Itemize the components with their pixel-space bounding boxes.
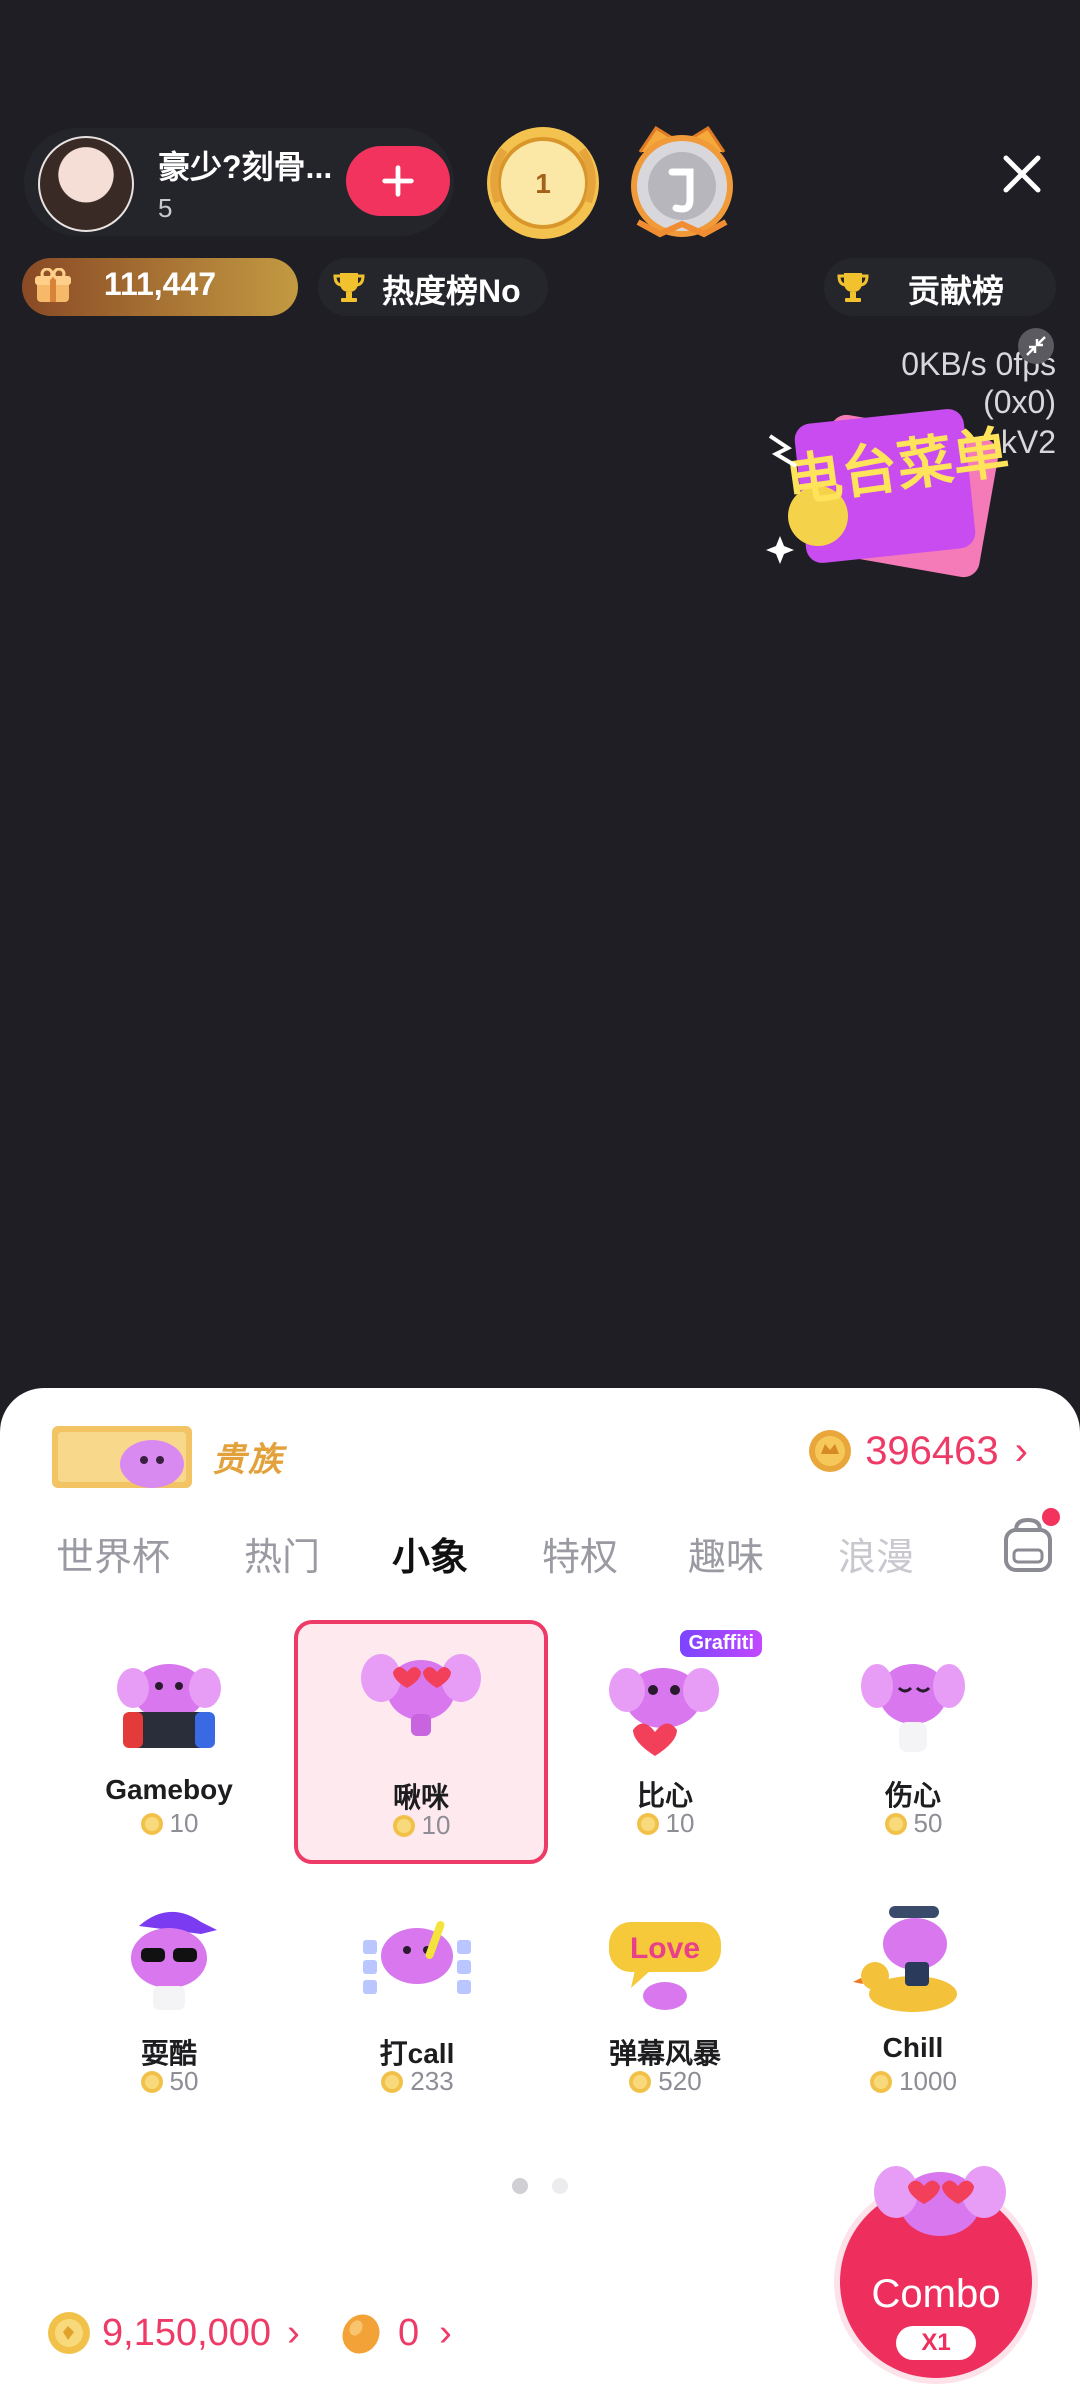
- gift-price: 10: [542, 1808, 788, 1839]
- gift-item-chill[interactable]: Chill 1000: [790, 1880, 1036, 2116]
- coin-icon: [629, 2070, 652, 2093]
- coin-icon: [140, 2070, 163, 2093]
- gift-name: Gameboy: [105, 1774, 233, 1805]
- beans-balance-value: 0: [398, 2311, 420, 2354]
- chevron-right-icon: ›: [1014, 1428, 1028, 1473]
- gift-price-value: 233: [410, 2066, 454, 2096]
- elephant-heart-eyes-icon: [361, 1654, 481, 1736]
- rank-badge-gold[interactable]: 1: [484, 124, 602, 242]
- contribution-rank-label: 贡献榜: [908, 273, 1005, 309]
- coin-icon: [392, 1814, 415, 1837]
- gift-price: 10: [298, 1810, 544, 1841]
- gift-price-value: 1000: [899, 2066, 957, 2096]
- coin-balance-value: 396463: [865, 1428, 999, 1473]
- bean-icon: [342, 2314, 380, 2354]
- graffiti-tag: Graffiti: [680, 1630, 762, 1657]
- chevron-right-icon: ›: [287, 2311, 300, 2354]
- elephant-gameboy-icon: [117, 1664, 221, 1748]
- gift-price: 50: [46, 2066, 292, 2097]
- gift-price-value: 10: [421, 1810, 451, 1840]
- minimize-button[interactable]: [1018, 328, 1054, 364]
- gift-price-value: 50: [913, 1808, 943, 1838]
- gift-price-value: 10: [169, 1808, 199, 1838]
- trophy-icon: [837, 273, 869, 302]
- rank-badge-number: 1: [535, 168, 551, 199]
- gift-value: 111,447: [103, 266, 217, 302]
- coin-icon: [140, 1812, 163, 1835]
- plus-icon: [382, 165, 414, 197]
- gift-item-gameboy[interactable]: Gameboy 10: [46, 1622, 292, 1858]
- elephant-duck-float-icon: [853, 1906, 957, 2012]
- tab-hot[interactable]: 热门: [244, 1526, 320, 1581]
- page-indicator-dot: [552, 2178, 568, 2194]
- beans-balance-link[interactable]: 0 ›: [338, 2310, 452, 2356]
- tab-elephant[interactable]: 小象: [392, 1526, 468, 1581]
- coin-icon: [870, 2070, 893, 2093]
- gift-price: 520: [542, 2066, 788, 2097]
- page-indicator-dot-active: [512, 2178, 528, 2194]
- gift-item-danmaku-storm[interactable]: Love 弹幕风暴 520: [542, 1880, 788, 2116]
- coin-icon: [884, 1812, 907, 1835]
- elephant-glowstick-icon: [363, 1920, 471, 1994]
- love-bubble-icon: Love: [609, 1922, 721, 2010]
- gift-price-value: 10: [665, 1808, 695, 1838]
- gift-price-value: 520: [658, 2066, 702, 2096]
- coin-icon: [809, 1430, 852, 1472]
- shrink-arrows-icon: [1026, 336, 1046, 356]
- close-button[interactable]: [990, 142, 1054, 206]
- rank-badge-silver[interactable]: [620, 118, 744, 242]
- gift-item-sad[interactable]: 伤心 50: [790, 1622, 1036, 1858]
- elephant-heart-eyes-icon: [874, 2166, 1006, 2236]
- host-name: 豪少?刻骨...: [158, 149, 333, 185]
- notification-dot: [1042, 1508, 1060, 1526]
- gift-price: 50: [790, 1808, 1036, 1839]
- combo-label: Combo: [871, 2272, 1001, 2316]
- coin-balance[interactable]: 396463 ›: [807, 1428, 1028, 1474]
- chevron-right-icon: ›: [439, 2311, 452, 2354]
- gift-item-cool[interactable]: 耍酷 50: [46, 1880, 292, 2116]
- elephant-sad-icon: [861, 1664, 965, 1752]
- svg-text:Love: Love: [630, 1932, 700, 1965]
- heat-rank-label: 热度榜No: [382, 273, 521, 309]
- coins-balance-value: 9,150,000: [102, 2311, 272, 2354]
- gift-item-kiss[interactable]: 啾咪 10: [294, 1620, 548, 1864]
- tab-fun[interactable]: 趣味: [688, 1526, 764, 1581]
- gift-price-value: 50: [169, 2066, 199, 2096]
- host-subtitle: 5: [158, 193, 173, 223]
- noble-label[interactable]: 贵族: [212, 1432, 284, 1481]
- gift-price: 1000: [790, 2066, 1036, 2097]
- noble-card-icon[interactable]: [52, 1422, 232, 1492]
- gift-price: 233: [294, 2066, 540, 2097]
- tab-privilege[interactable]: 特权: [542, 1526, 618, 1581]
- host-avatar[interactable]: [38, 136, 134, 232]
- gift-price: 10: [46, 1808, 292, 1839]
- gift-item-call[interactable]: 打call 233: [294, 1880, 540, 2116]
- elephant-sunglasses-icon: [131, 1911, 217, 2010]
- radio-menu-sticker[interactable]: 电台菜单: [760, 396, 1020, 586]
- elephant-heart-icon: [609, 1668, 719, 1756]
- combo-multiplier: X1: [896, 2326, 976, 2360]
- tab-romance[interactable]: 浪漫: [838, 1526, 914, 1581]
- coin-icon: [636, 1812, 659, 1835]
- gift-item-heart-hands[interactable]: Graffiti 比心 10: [542, 1622, 788, 1858]
- coin-icon: [381, 2070, 404, 2093]
- tab-world-cup[interactable]: 世界杯: [56, 1526, 170, 1581]
- close-icon: [1003, 155, 1041, 193]
- follow-button[interactable]: [346, 146, 450, 216]
- coins-balance-link[interactable]: 9,150,000 ›: [46, 2310, 300, 2356]
- coin-icon: [48, 2312, 90, 2354]
- gift-name: Chill: [882, 2032, 944, 2063]
- trophy-icon: [333, 273, 365, 302]
